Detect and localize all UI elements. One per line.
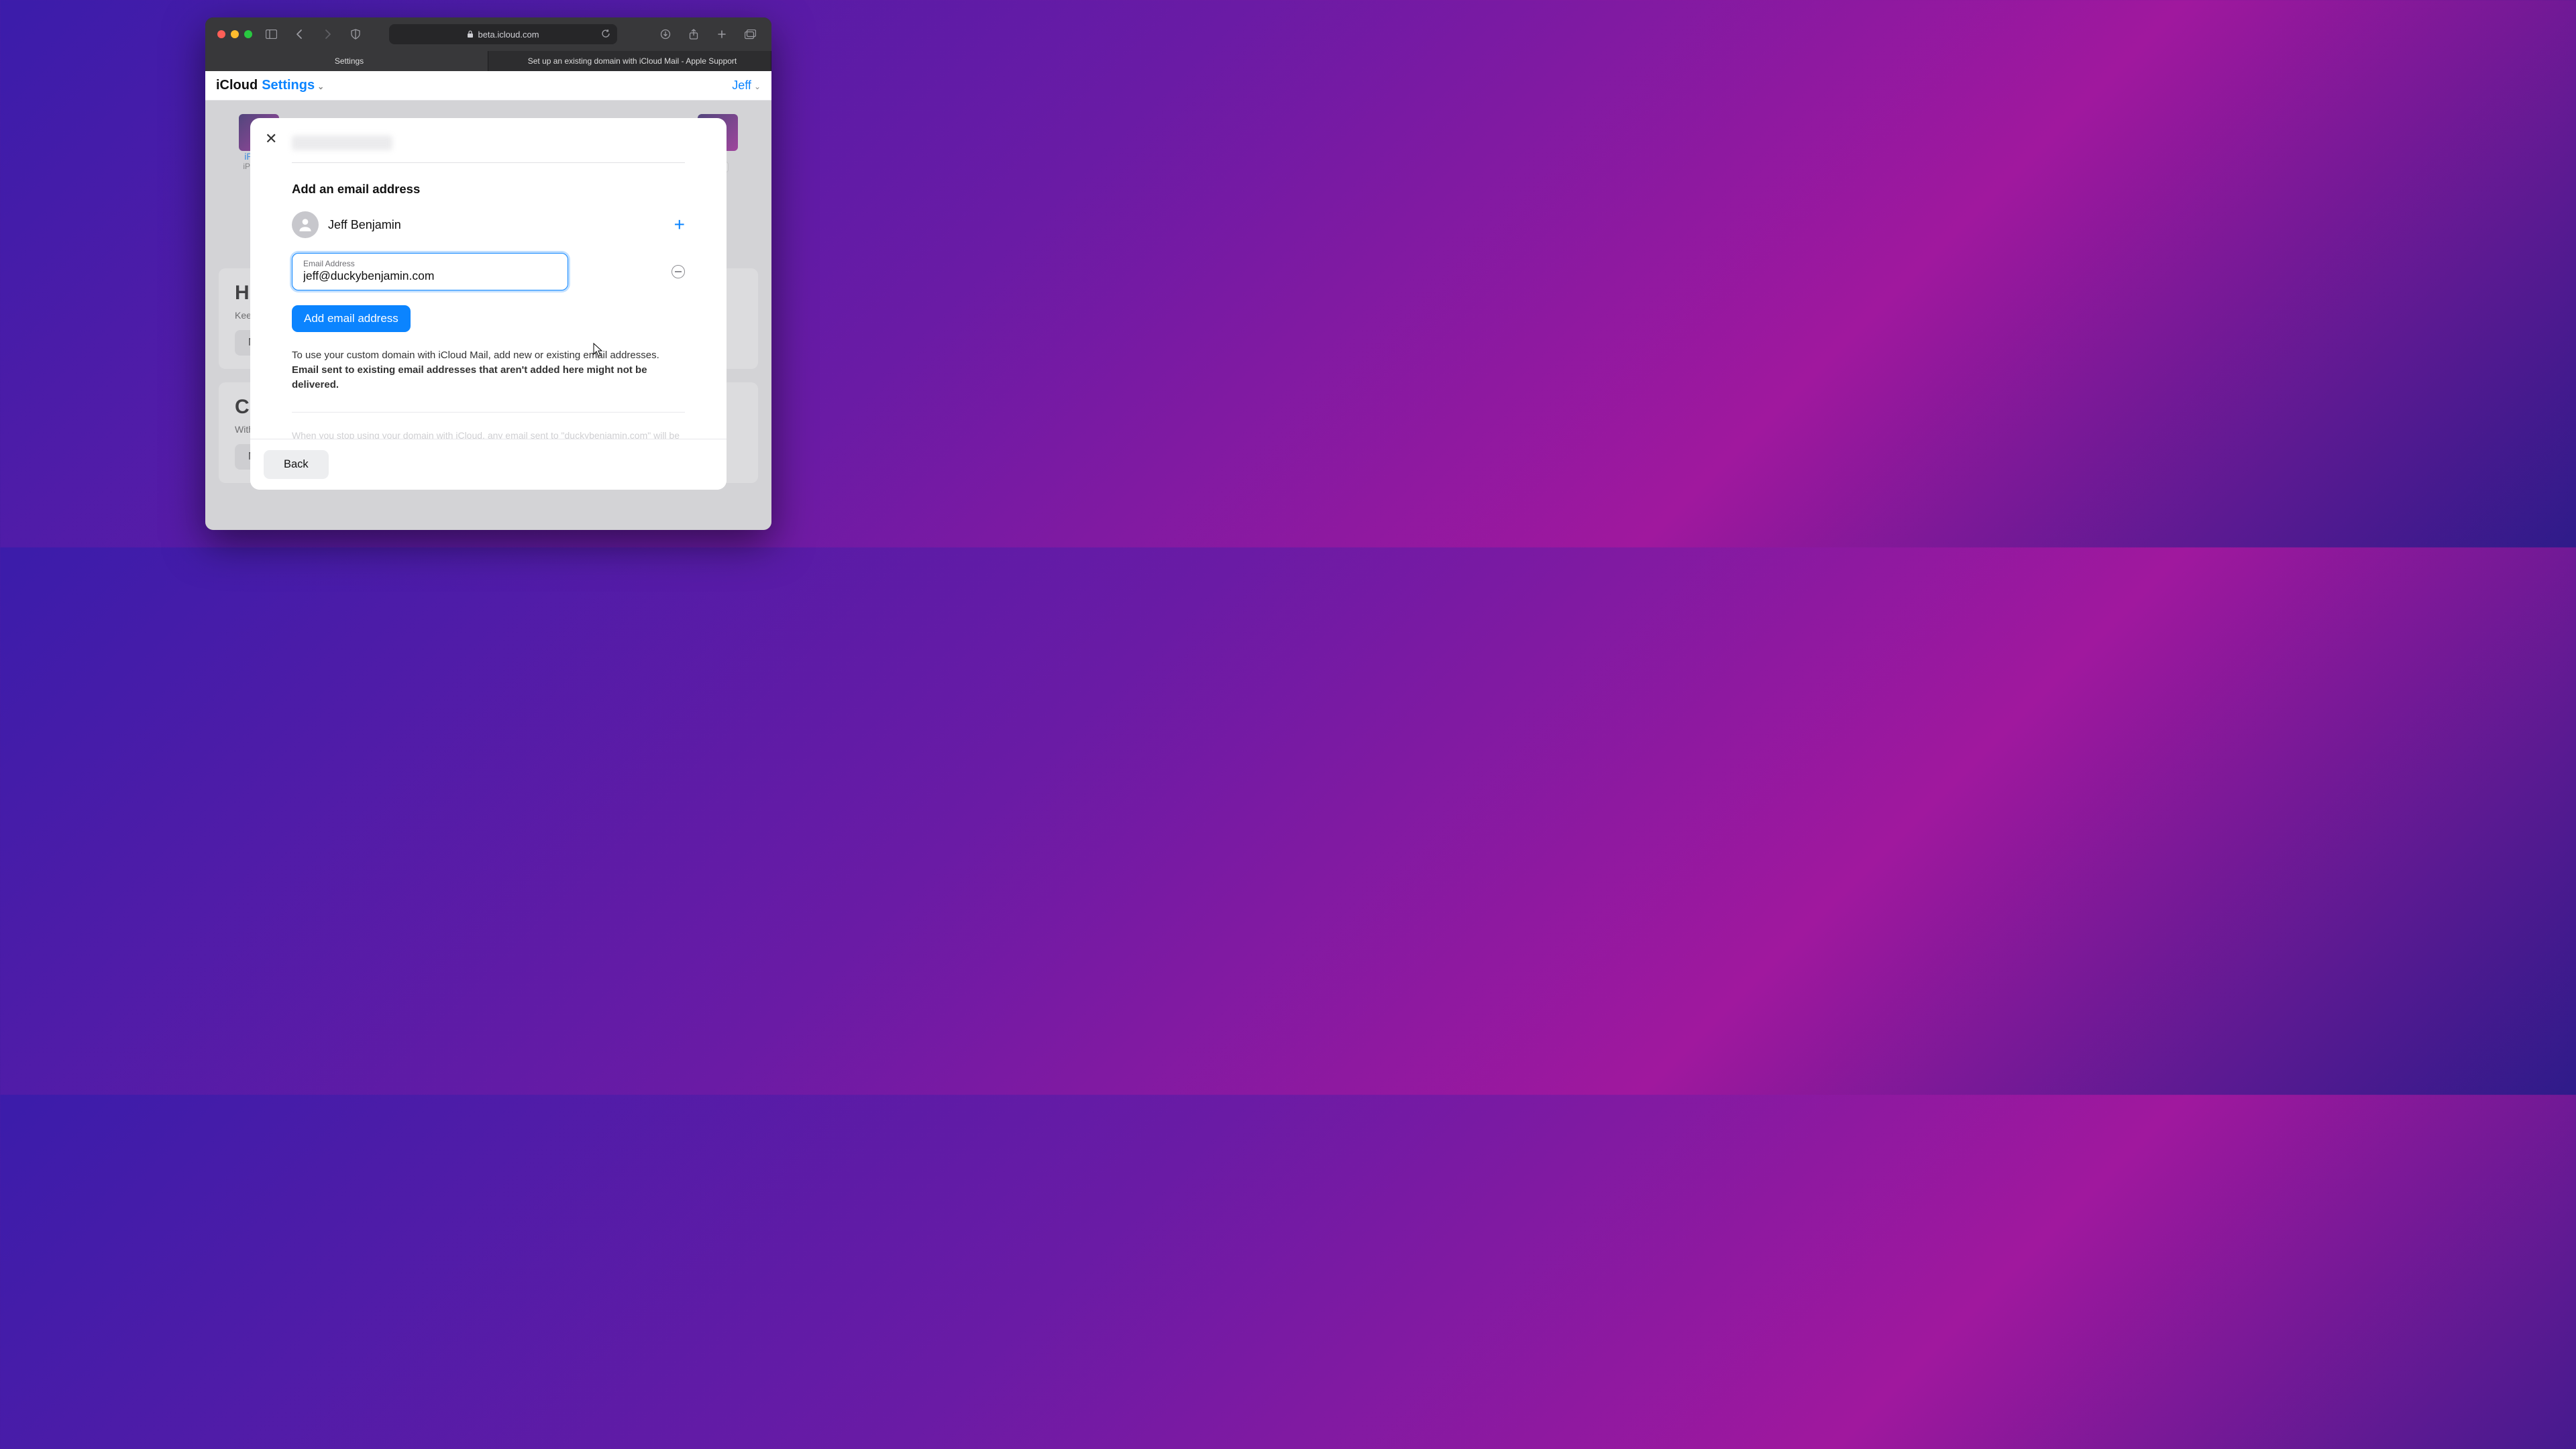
remove-email-icon[interactable] xyxy=(672,265,685,278)
tab-bar: Settings Set up an existing domain with … xyxy=(205,51,771,71)
zoom-window-icon[interactable] xyxy=(244,30,252,38)
add-email-modal: ✕ Add an email address Jeff Benjamin + xyxy=(250,118,727,490)
header-section[interactable]: Settings⌄ xyxy=(262,78,324,93)
modal-overlay: ✕ Add an email address Jeff Benjamin + xyxy=(205,101,771,530)
reload-icon[interactable] xyxy=(601,29,610,40)
url-host: beta.icloud.com xyxy=(478,30,539,40)
email-field[interactable]: Email Address xyxy=(292,253,568,290)
add-user-icon[interactable]: + xyxy=(674,214,685,235)
sidebar-toggle-icon[interactable] xyxy=(262,25,280,44)
tabs-overview-icon[interactable] xyxy=(741,25,759,44)
close-icon[interactable]: ✕ xyxy=(265,130,277,148)
window-controls xyxy=(217,30,252,38)
add-email-address-button[interactable]: Add email address xyxy=(292,305,411,332)
brand-text: iCloud xyxy=(216,78,258,93)
redacted-domain-title xyxy=(292,136,392,150)
safari-window: beta.icloud.com Settings xyxy=(205,17,771,530)
tab-support[interactable]: Set up an existing domain with iCloud Ma… xyxy=(488,51,771,71)
lock-icon xyxy=(467,30,474,38)
chevron-down-icon: ⌄ xyxy=(317,82,324,91)
tab-label: Settings xyxy=(335,56,364,66)
header-user[interactable]: Jeff⌄ xyxy=(732,78,761,93)
modal-footer: Back xyxy=(250,439,727,490)
privacy-shield-icon[interactable] xyxy=(346,25,365,44)
email-label: Email Address xyxy=(303,259,557,268)
share-icon[interactable] xyxy=(684,25,703,44)
tab-settings[interactable]: Settings xyxy=(205,51,488,71)
avatar-icon xyxy=(292,211,319,238)
email-input[interactable] xyxy=(303,269,557,283)
user-name: Jeff Benjamin xyxy=(328,218,401,232)
tab-label: Set up an existing domain with iCloud Ma… xyxy=(528,56,737,66)
modal-description: To use your custom domain with iCloud Ma… xyxy=(292,348,685,392)
user-row: Jeff Benjamin + xyxy=(292,211,685,238)
titlebar: beta.icloud.com xyxy=(205,17,771,51)
page-header: iCloud Settings⌄ Jeff⌄ xyxy=(205,71,771,101)
close-window-icon[interactable] xyxy=(217,30,225,38)
new-tab-icon[interactable] xyxy=(712,25,731,44)
page-content: iCloud Settings⌄ Jeff⌄ iPhone iPhone 1 r… xyxy=(205,71,771,530)
back-button-icon[interactable] xyxy=(290,25,309,44)
modal-heading: Add an email address xyxy=(292,182,685,197)
forward-button-icon[interactable] xyxy=(318,25,337,44)
address-bar[interactable]: beta.icloud.com xyxy=(389,24,617,44)
downloads-icon[interactable] xyxy=(656,25,675,44)
chevron-down-icon: ⌄ xyxy=(754,82,761,91)
minimize-window-icon[interactable] xyxy=(231,30,239,38)
back-button[interactable]: Back xyxy=(264,450,329,479)
